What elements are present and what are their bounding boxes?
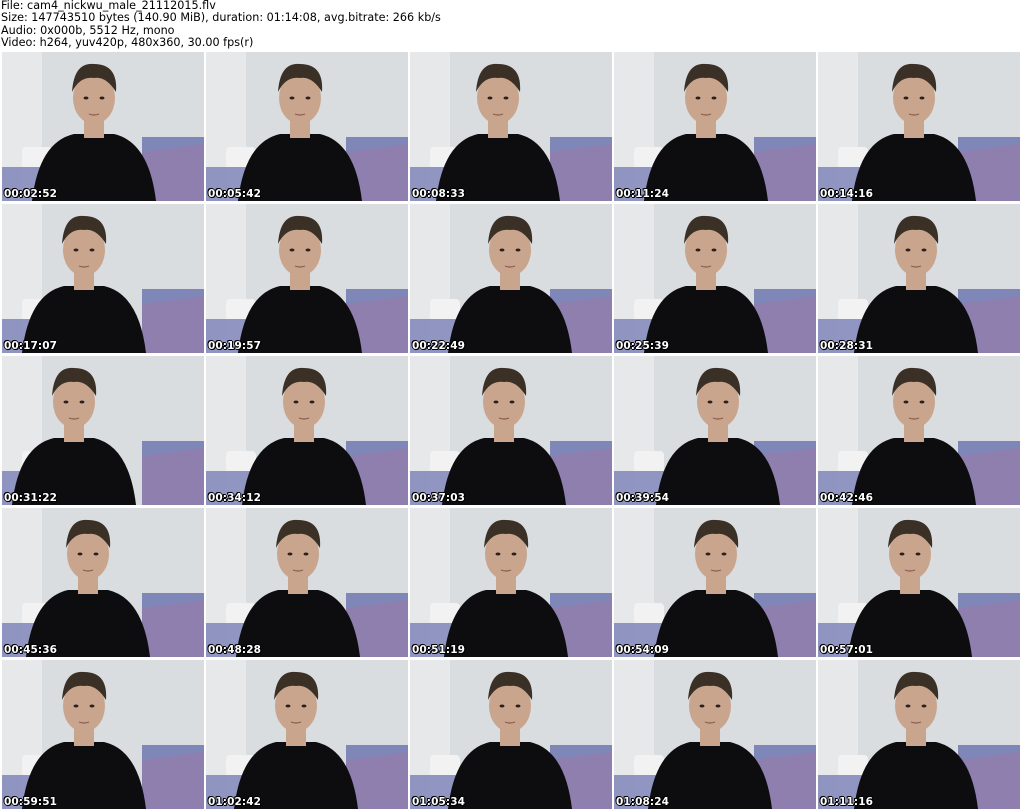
video-thumbnail[interactable]: 00:59:51: [2, 660, 204, 809]
thumbnail-timestamp: 00:34:12: [208, 492, 262, 504]
video-thumbnail[interactable]: 00:39:54: [614, 356, 816, 505]
video-frame-image: [206, 204, 408, 353]
thumbnail-timestamp: 00:51:19: [412, 644, 466, 656]
video-thumbnail[interactable]: 00:22:49: [410, 204, 612, 353]
thumbnail-timestamp: 00:39:54: [616, 492, 670, 504]
video-frame-image: [818, 508, 1020, 657]
thumbnail-timestamp: 00:37:03: [412, 492, 466, 504]
file-info-header: File: cam4_nickwu_male_21112015.flv Size…: [1, 0, 1021, 52]
video-frame-image: [614, 52, 816, 201]
video-frame-image: [818, 52, 1020, 201]
video-thumbnail[interactable]: 00:11:24: [614, 52, 816, 201]
video-frame-image: [614, 356, 816, 505]
video-thumbnail[interactable]: 01:11:16: [818, 660, 1020, 809]
thumbnail-timestamp: 00:48:28: [208, 644, 262, 656]
video-frame-image: [818, 356, 1020, 505]
video-frame-image: [2, 508, 204, 657]
video-thumbnail[interactable]: 00:28:31: [818, 204, 1020, 353]
thumbnail-timestamp: 00:22:49: [412, 340, 466, 352]
video-frame-image: [2, 204, 204, 353]
video-frame-image: [410, 52, 612, 201]
video-thumbnail[interactable]: 00:45:36: [2, 508, 204, 657]
file-size-line: Size: 147743510 bytes (140.90 MiB), dura…: [1, 11, 441, 25]
thumbnail-timestamp: 00:14:16: [820, 188, 874, 200]
video-frame-image: [206, 356, 408, 505]
video-frame-image: [206, 508, 408, 657]
video-thumbnail[interactable]: 00:31:22: [2, 356, 204, 505]
video-thumbnail[interactable]: 00:02:52: [2, 52, 204, 201]
video-thumbnail[interactable]: 00:08:33: [410, 52, 612, 201]
video-thumbnail[interactable]: 00:42:46: [818, 356, 1020, 505]
thumbnail-timestamp: 01:05:34: [412, 796, 466, 808]
thumbnail-timestamp: 00:57:01: [820, 644, 874, 656]
video-thumbnail[interactable]: 00:34:12: [206, 356, 408, 505]
video-frame-image: [410, 660, 612, 809]
thumbnail-grid: 00:02:52 00:05:42 00:08:33 00:11:24 00:14:16…: [2, 52, 1022, 809]
video-thumbnail[interactable]: 00:54:09: [614, 508, 816, 657]
video-thumbnail[interactable]: 00:17:07: [2, 204, 204, 353]
video-frame-image: [206, 52, 408, 201]
thumbnail-timestamp: 00:45:36: [4, 644, 58, 656]
thumbnail-timestamp: 01:11:16: [820, 796, 874, 808]
video-frame-image: [410, 356, 612, 505]
video-frame-image: [818, 660, 1020, 809]
thumbnail-timestamp: 00:02:52: [4, 188, 58, 200]
thumbnail-timestamp: 00:08:33: [412, 188, 466, 200]
video-thumbnail[interactable]: 00:19:57: [206, 204, 408, 353]
video-frame-image: [206, 660, 408, 809]
video-thumbnail[interactable]: 01:02:42: [206, 660, 408, 809]
thumbnail-timestamp: 01:08:24: [616, 796, 670, 808]
video-frame-image: [2, 660, 204, 809]
video-thumbnail[interactable]: 00:51:19: [410, 508, 612, 657]
video-thumbnail[interactable]: 00:37:03: [410, 356, 612, 505]
video-thumbnail[interactable]: 00:25:39: [614, 204, 816, 353]
thumbnail-timestamp: 00:17:07: [4, 340, 58, 352]
video-frame-image: [614, 660, 816, 809]
thumbnail-timestamp: 00:59:51: [4, 796, 58, 808]
thumbnail-timestamp: 00:31:22: [4, 492, 58, 504]
video-frame-image: [614, 508, 816, 657]
thumbnail-timestamp: 00:28:31: [820, 340, 874, 352]
video-frame-image: [818, 204, 1020, 353]
video-frame-image: [614, 204, 816, 353]
thumbnail-timestamp: 00:11:24: [616, 188, 670, 200]
thumbnail-timestamp: 01:02:42: [208, 796, 262, 808]
video-thumbnail[interactable]: 00:05:42: [206, 52, 408, 201]
video-thumbnail[interactable]: 01:08:24: [614, 660, 816, 809]
video-thumbnail[interactable]: 00:57:01: [818, 508, 1020, 657]
video-frame-image: [410, 204, 612, 353]
video-thumbnail[interactable]: 00:14:16: [818, 52, 1020, 201]
video-thumbnail[interactable]: 00:48:28: [206, 508, 408, 657]
video-thumbnail[interactable]: 01:05:34: [410, 660, 612, 809]
thumbnail-timestamp: 00:54:09: [616, 644, 670, 656]
thumbnail-timestamp: 00:25:39: [616, 340, 670, 352]
thumbnail-timestamp: 00:05:42: [208, 188, 262, 200]
thumbnail-timestamp: 00:19:57: [208, 340, 262, 352]
video-frame-image: [2, 356, 204, 505]
video-frame-image: [410, 508, 612, 657]
video-frame-image: [2, 52, 204, 201]
video-info-line: Video: h264, yuv420p, 480x360, 30.00 fps…: [1, 36, 254, 50]
thumbnail-timestamp: 00:42:46: [820, 492, 874, 504]
